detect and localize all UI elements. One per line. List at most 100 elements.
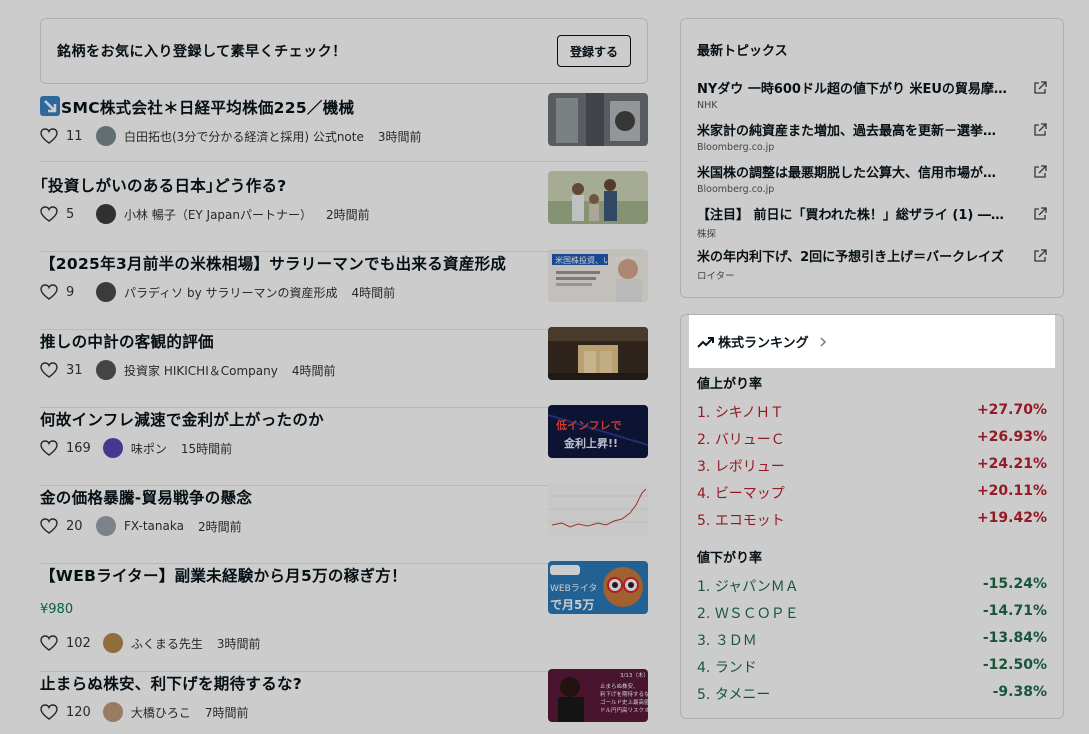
article-item[interactable]: ｢投資しがいのある日本｣どう作る? 5 小林 暢子（EY Japanパートナー） 2時… (40, 171, 648, 252)
topic-headline[interactable]: 米家計の純資産また増加、過去最高を更新－選挙… (697, 120, 1023, 139)
ranking-row[interactable]: 1. ジャパンＭＡ -15.24% (697, 576, 1047, 596)
heart-icon[interactable] (40, 128, 58, 144)
ranking-row[interactable]: 4. ビーマップ +20.11% (697, 483, 1047, 503)
article-item[interactable]: 金の価格暴騰-貿易戦争の懸念 20 FX-tanaka 2時間前 (40, 483, 648, 564)
topic-item[interactable]: 米家計の純資産また増加、過去最高を更新－選挙… Bloomberg.co.jp (697, 120, 1049, 153)
article-item[interactable]: SMC株式会社＊日経平均株価225／機械 11 白田拓也(3分で分かる経済と採用) … (40, 93, 648, 162)
author-name[interactable]: 白田拓也(3分で分かる経済と採用) 公式note (124, 128, 364, 145)
topic-headline[interactable]: 米国株の調整は最悪期脱した公算大、信用市場が… (697, 162, 1023, 181)
article-title[interactable]: 金の価格暴騰-貿易戦争の懸念 (40, 486, 535, 508)
external-link-icon[interactable] (1033, 81, 1047, 95)
article-thumbnail[interactable] (548, 93, 648, 146)
author-name[interactable]: 味ポン (131, 440, 167, 457)
avatar[interactable] (96, 126, 116, 146)
change-percent: +24.21% (976, 456, 1047, 472)
ranking-row[interactable]: 5. エコモット +19.42% (697, 510, 1047, 530)
ranking-row[interactable]: 2. バリューＣ +26.93% (697, 429, 1047, 449)
stock-name[interactable]: シキノＨＴ (715, 405, 784, 421)
stock-name[interactable]: ランド (715, 660, 757, 676)
article-item[interactable]: 推しの中計の客観的評価 31 投資家 HIKICHI＆Company 4時間前 (40, 327, 648, 408)
avatar[interactable] (102, 633, 123, 653)
ranking-row[interactable]: 4. ランド -12.50% (697, 657, 1047, 677)
topic-headline[interactable]: 米の年内利下げ、2回に予想引き上げ＝バークレイズ (697, 246, 1023, 265)
ranking-header-link[interactable]: 株式ランキング (689, 315, 1055, 368)
heart-icon[interactable] (40, 284, 58, 300)
author-name[interactable]: 大橋ひろこ (131, 704, 191, 721)
heart-icon[interactable] (40, 440, 58, 456)
avatar[interactable] (96, 282, 116, 302)
article-title[interactable]: 【WEBライター】副業未経験から月5万の稼ぎ方！ (40, 564, 535, 586)
article-thumbnail[interactable] (548, 483, 648, 536)
external-link-icon[interactable] (1033, 249, 1047, 263)
heart-icon[interactable] (40, 206, 58, 222)
topic-headline[interactable]: 【注目】 前日に「買われた株！」総ザライ (1) ―… (697, 204, 1023, 223)
stock-name[interactable]: タメニー (715, 687, 771, 703)
heart-icon[interactable] (40, 518, 58, 534)
ranking-stock[interactable]: 4. ビーマップ (697, 483, 785, 503)
article-item[interactable]: 【WEBライター】副業未経験から月5万の稼ぎ方！ ¥980 102 ふくまる先生 3時間… (40, 561, 648, 672)
ranking-stock[interactable]: 2. ＷＳＣＯＰＥ (697, 603, 799, 623)
stock-name[interactable]: ジャパンＭＡ (715, 579, 799, 595)
article-title[interactable]: 推しの中計の客観的評価 (40, 330, 535, 352)
ranking-stock[interactable]: 3. レボリュー (697, 456, 785, 476)
ranking-number: 3. (697, 459, 711, 475)
article-item[interactable]: 何故インフレ減速で金利が上がったのか 169 味ポン 15時間前 低インフレで 金利上昇!… (40, 405, 648, 486)
heart-icon[interactable] (40, 635, 58, 651)
ranking-stock[interactable]: 1. ジャパンＭＡ (697, 576, 799, 596)
ranking-stock[interactable]: 5. エコモット (697, 510, 785, 530)
author-name[interactable]: ふくまる先生 (131, 635, 203, 652)
ranking-row[interactable]: 3. ３ＤＭ -13.84% (697, 630, 1047, 650)
ranking-stock[interactable]: 5. タメニー (697, 684, 770, 704)
article-thumbnail[interactable]: 低インフレで 金利上昇!! (548, 405, 648, 458)
stock-name[interactable]: エコモット (715, 513, 785, 529)
article-title[interactable]: SMC株式会社＊日経平均株価225／機械 (40, 96, 535, 118)
author-name[interactable]: 小林 暢子（EY Japanパートナー） (124, 206, 312, 223)
external-link-icon[interactable] (1033, 207, 1047, 221)
article-title-text: 【2025年3月前半の米株相場】サラリーマンでも出来る資産形成 (40, 255, 507, 273)
stock-name[interactable]: ３ＤＭ (715, 633, 757, 649)
ranking-stock[interactable]: 1. シキノＨＴ (697, 402, 784, 422)
article-thumbnail[interactable] (548, 327, 648, 380)
ranking-row[interactable]: 3. レボリュー +24.21% (697, 456, 1047, 476)
article-title[interactable]: 【2025年3月前半の米株相場】サラリーマンでも出来る資産形成 (40, 252, 535, 274)
stock-name[interactable]: ビーマップ (715, 486, 785, 502)
stock-name[interactable]: ＷＳＣＯＰＥ (715, 606, 799, 622)
ranking-stock[interactable]: 3. ３ＤＭ (697, 630, 757, 650)
heart-icon[interactable] (40, 362, 58, 378)
article-item[interactable]: 【2025年3月前半の米株相場】サラリーマンでも出来る資産形成 9 パラディソ by… (40, 249, 648, 330)
topic-headline[interactable]: NYダウ 一時600ドル超の値下がり 米EUの貿易摩… (697, 78, 1023, 97)
avatar[interactable] (102, 438, 123, 458)
ranking-number: 4. (697, 486, 711, 502)
topic-item[interactable]: 米の年内利下げ、2回に予想引き上げ＝バークレイズ ロイター (697, 246, 1049, 282)
article-thumbnail[interactable]: 米国株投資、いつまで？ (548, 249, 648, 302)
topic-item[interactable]: 米国株の調整は最悪期脱した公算大、信用市場が… Bloomberg.co.jp (697, 162, 1049, 195)
avatar[interactable] (96, 204, 116, 224)
author-name[interactable]: パラディソ by サラリーマンの資産形成 (124, 284, 338, 301)
ranking-number: 4. (697, 660, 711, 676)
article-title[interactable]: 何故インフレ減速で金利が上がったのか (40, 408, 535, 430)
external-link-icon[interactable] (1033, 165, 1047, 179)
ranking-row[interactable]: 5. タメニー -9.38% (697, 684, 1047, 704)
stock-name[interactable]: バリューＣ (715, 432, 785, 448)
external-link-icon[interactable] (1033, 123, 1047, 137)
stock-name[interactable]: レボリュー (715, 459, 785, 475)
author-name[interactable]: FX-tanaka (124, 519, 184, 533)
avatar[interactable] (96, 516, 116, 536)
article-thumbnail[interactable] (548, 171, 648, 224)
register-button[interactable]: 登録する (556, 35, 631, 67)
author-name[interactable]: 投資家 HIKICHI＆Company (124, 362, 278, 379)
topic-item[interactable]: NYダウ 一時600ドル超の値下がり 米EUの貿易摩… NHK (697, 78, 1049, 111)
ranking-stock[interactable]: 2. バリューＣ (697, 429, 785, 449)
avatar[interactable] (102, 702, 123, 722)
article-title[interactable]: 止まらぬ株安、利下げを期待するな? (40, 672, 535, 694)
ranking-row[interactable]: 2. ＷＳＣＯＰＥ -14.71% (697, 603, 1047, 623)
article-thumbnail[interactable]: 3/13（木） 止まらぬ株安、利下げを期待するな？ゴールド史上最高値更新ドル円円高… (548, 669, 648, 722)
article-title[interactable]: ｢投資しがいのある日本｣どう作る? (40, 174, 535, 196)
article-item[interactable]: 止まらぬ株安、利下げを期待するな? 120 大橋ひろこ 7時間前 3/13（木） 止まらぬ… (40, 669, 648, 734)
ranking-row[interactable]: 1. シキノＨＴ +27.70% (697, 402, 1047, 422)
heart-icon[interactable] (40, 704, 58, 720)
topic-item[interactable]: 【注目】 前日に「買われた株！」総ザライ (1) ―… 株探 (697, 204, 1049, 240)
article-thumbnail[interactable]: WEBライタ で月5万 (548, 561, 648, 614)
avatar[interactable] (96, 360, 116, 380)
ranking-stock[interactable]: 4. ランド (697, 657, 757, 677)
